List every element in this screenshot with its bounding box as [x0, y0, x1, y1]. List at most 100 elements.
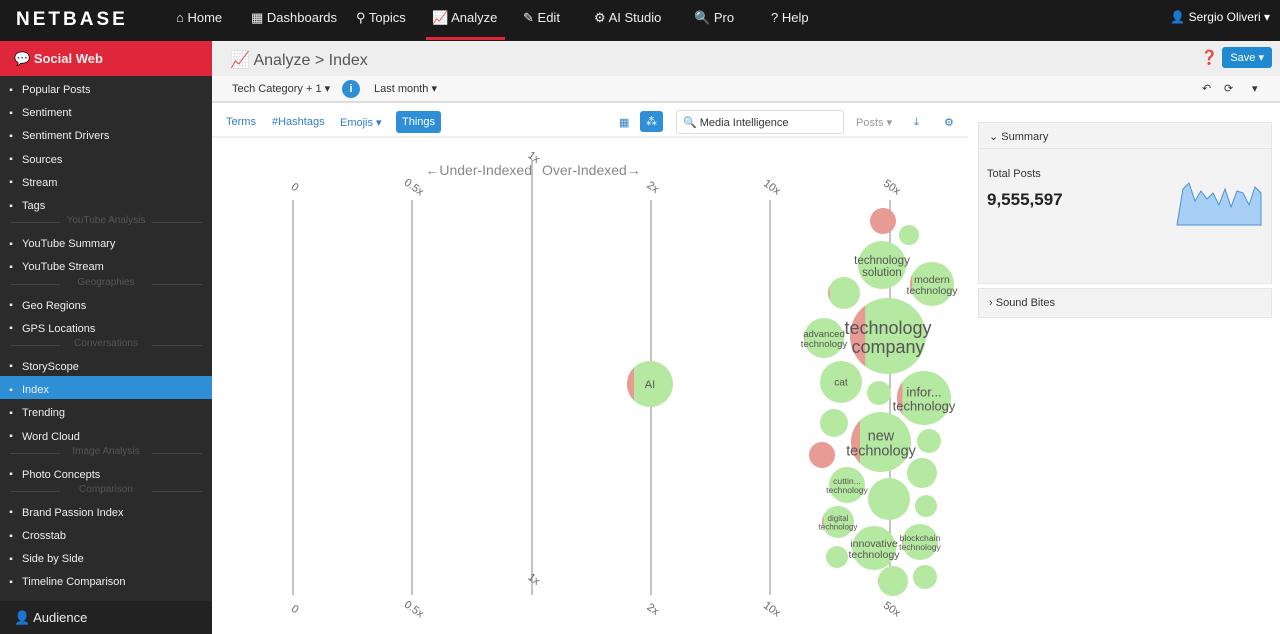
bubble[interactable]: digital technology	[819, 506, 858, 538]
sidebar-item-word-cloud[interactable]: ▪ Word Cloud	[0, 422, 212, 445]
tab-things[interactable]: Things	[396, 111, 442, 133]
menu-icon: ▪	[9, 469, 13, 481]
bubble[interactable]	[878, 566, 908, 596]
section-header: Conversations	[0, 338, 212, 353]
summary-toggle[interactable]: ⌄ Summary	[979, 123, 1271, 149]
sidebar-item-index[interactable]: ▪ Index	[0, 376, 212, 400]
bubble[interactable]	[868, 478, 910, 520]
section-header: Geographies	[0, 277, 212, 292]
bubble[interactable]: new technology	[846, 412, 917, 472]
sidebar-item-tags[interactable]: ▪ Tags	[0, 192, 212, 215]
over-indexed-label: Over-Indexed→	[542, 162, 641, 178]
ai-icon: ⚙	[594, 10, 606, 25]
chart-icon: 📈	[432, 10, 449, 25]
settings-icon[interactable]: ⚙	[944, 116, 954, 129]
user-menu[interactable]: 👤 Sergio Oliveri ▾	[1170, 10, 1270, 24]
bubble-circle	[917, 429, 941, 453]
sidebar-item-sources[interactable]: ▪ Sources	[0, 146, 212, 169]
tab-hashtags[interactable]: #Hashtags	[272, 116, 325, 128]
metric-dropdown[interactable]: Posts ▾	[856, 116, 892, 129]
bubble[interactable]: advanced technology	[801, 318, 848, 358]
sidebar-item-label: Tags	[22, 200, 46, 213]
save-button[interactable]: Save ▾	[1222, 47, 1272, 68]
bubble[interactable]	[809, 442, 835, 468]
sidebar-item-label: Stream	[22, 176, 58, 189]
sidebar-item-label: YouTube Stream	[22, 261, 104, 274]
home-icon: ⌂	[176, 10, 184, 25]
bubble[interactable]: modern technology	[906, 262, 958, 306]
sidebar-item-gps-locations[interactable]: ▪ GPS Locations	[0, 315, 212, 338]
tab-emojis[interactable]: Emojis ▾	[340, 116, 382, 129]
nav-pro[interactable]: 🔍 Pro	[694, 10, 734, 26]
bubble[interactable]	[917, 429, 941, 453]
bubble[interactable]: AI	[627, 361, 673, 407]
bubble[interactable]	[913, 565, 937, 589]
download-icon[interactable]: ⤓	[914, 116, 919, 129]
bubble[interactable]	[826, 546, 848, 568]
sidebar-item-timeline-comparison[interactable]: ▪ Timeline Comparison	[0, 568, 212, 591]
sidebar-item-side-by-side[interactable]: ▪ Side by Side	[0, 545, 212, 568]
sidebar-item-stream[interactable]: ▪ Stream	[0, 169, 212, 192]
bubble[interactable]	[907, 458, 937, 488]
sidebar-item-trending[interactable]: ▪ Trending	[0, 399, 212, 422]
bubble[interactable]	[870, 208, 896, 234]
bubble[interactable]: technology company	[844, 298, 932, 374]
filter-bar: Tech Category + 1 ▾ i Last month ▾ ↶ ⟳ ▾	[212, 76, 1280, 103]
search-input[interactable]: 🔍 Media Intelligence	[676, 110, 844, 134]
bubble[interactable]	[820, 409, 848, 437]
sidebar-item-brand-passion-index[interactable]: ▪ Brand Passion Index	[0, 499, 212, 522]
menu-icon: ▪	[9, 323, 13, 335]
sidebar-item-label: Timeline Comparison	[22, 576, 126, 589]
undo-icon[interactable]: ↶	[1202, 82, 1211, 95]
audience-button[interactable]: 👤 Audience	[0, 601, 212, 634]
sidebar-item-sentiment-drivers[interactable]: ▪ Sentiment Drivers	[0, 122, 212, 145]
bubble[interactable]	[899, 225, 919, 245]
tick-label: 0	[289, 603, 301, 616]
nav-topics[interactable]: ⚲ Topics	[356, 10, 406, 26]
sidebar-item-geo-regions[interactable]: ▪ Geo Regions	[0, 292, 212, 315]
bubble[interactable]: cat	[820, 361, 862, 403]
help-icon[interactable]: ❓	[1201, 49, 1218, 66]
nav-ai-studio[interactable]: ⚙ AI Studio	[594, 10, 661, 26]
nav-label: Dashboards	[266, 10, 338, 25]
nav-help[interactable]: ? Help	[771, 10, 809, 25]
bubble-circle	[899, 225, 919, 245]
sound-bites-toggle[interactable]: › Sound Bites	[978, 288, 1272, 318]
bubble-label: technology company	[844, 318, 931, 357]
menu-icon: ▪	[9, 553, 13, 565]
date-filter[interactable]: Last month ▾	[374, 82, 437, 95]
bubble[interactable]	[915, 495, 937, 517]
nav-edit[interactable]: ✎ Edit	[523, 10, 560, 26]
bubble[interactable]: cuttin... technology	[826, 467, 869, 503]
audience-label: Audience	[33, 610, 88, 625]
bubble[interactable]: blockchain technology	[899, 524, 942, 560]
nav-dashboards[interactable]: ▦ Dashboards	[251, 10, 337, 26]
info-icon[interactable]: i	[342, 80, 360, 98]
sidebar-item-photo-concepts[interactable]: ▪ Photo Concepts	[0, 461, 212, 484]
bubble[interactable]: infor... technology	[893, 371, 956, 425]
tab-terms[interactable]: Terms	[226, 116, 256, 128]
bubble-circle	[868, 478, 910, 520]
table-view-icon[interactable]: ▦	[619, 116, 629, 129]
sidebar-item-popular-posts[interactable]: ▪ Popular Posts	[0, 76, 212, 99]
bubble[interactable]	[867, 381, 891, 405]
nav-analyze[interactable]: 📈 Analyze	[425, 10, 506, 40]
sidebar-item-youtube-summary[interactable]: ▪ YouTube Summary	[0, 230, 212, 253]
sidebar-item-storyscope[interactable]: ▪ StoryScope	[0, 353, 212, 376]
nav-home[interactable]: ⌂ Home	[176, 10, 222, 25]
topic-filter[interactable]: Tech Category + 1 ▾	[232, 82, 330, 95]
refresh-icon[interactable]: ⟳	[1224, 82, 1233, 95]
nav-label: Pro	[713, 10, 735, 25]
sidebar-item-youtube-stream[interactable]: ▪ YouTube Stream	[0, 253, 212, 276]
bubble[interactable]: innovative technology	[848, 526, 900, 570]
netbase-logo[interactable]: NETBASE	[16, 9, 128, 31]
bubble[interactable]	[828, 277, 860, 309]
more-dropdown[interactable]: ▾	[1252, 82, 1258, 95]
social-web-header[interactable]: 💬 Social Web	[0, 41, 212, 76]
sidebar-item-crosstab[interactable]: ▪ Crosstab	[0, 522, 212, 545]
sidebar-item-label: StoryScope	[22, 360, 79, 373]
breadcrumb-analyze[interactable]: Analyze	[253, 52, 310, 69]
bubble[interactable]: technology solution	[854, 241, 910, 289]
bubble-view-icon[interactable]: ⁂	[640, 111, 663, 132]
sidebar-item-sentiment[interactable]: ▪ Sentiment	[0, 99, 212, 122]
